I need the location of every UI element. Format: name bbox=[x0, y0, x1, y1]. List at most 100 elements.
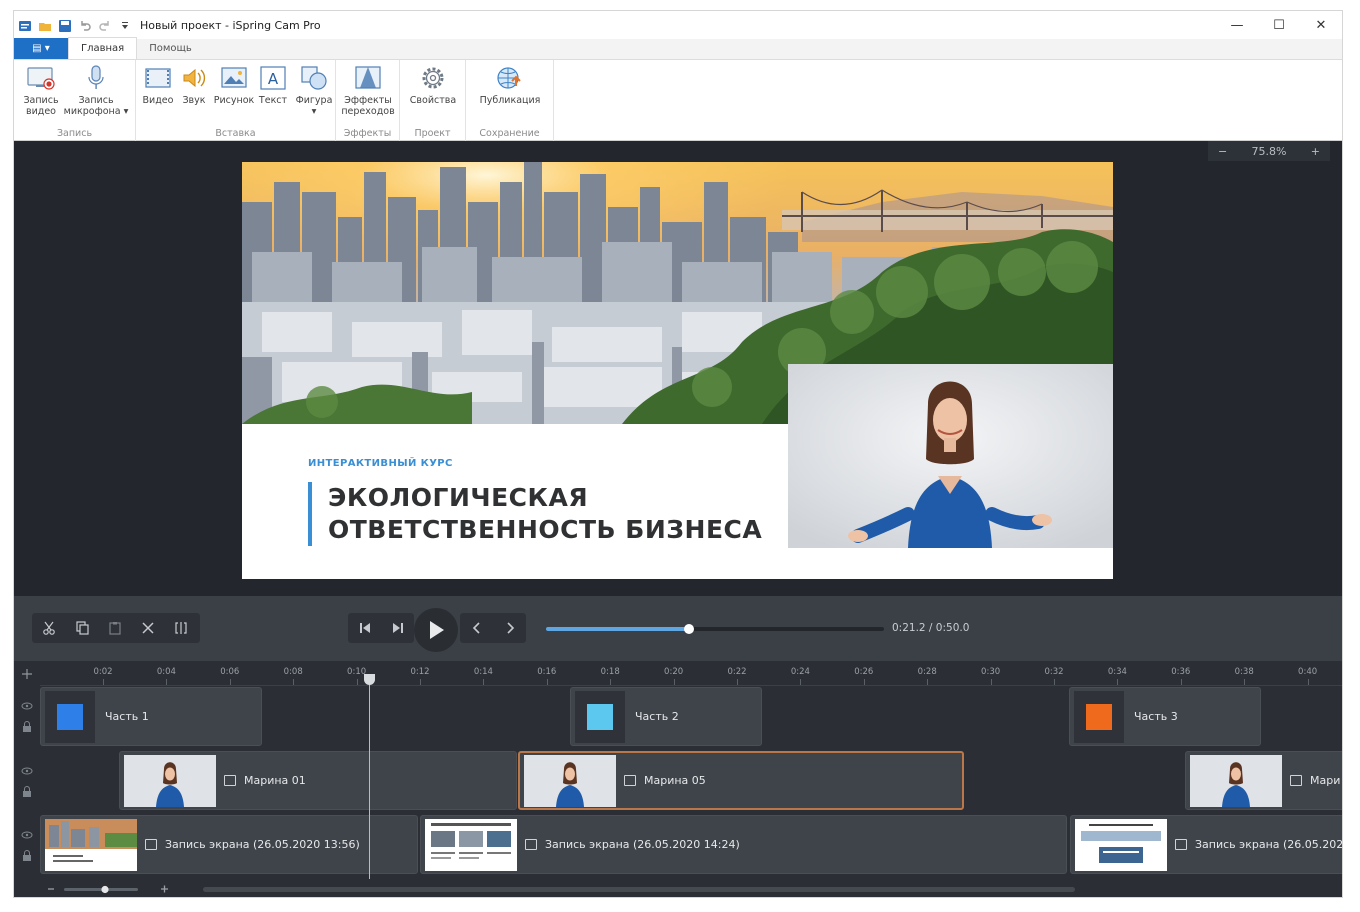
copy-icon[interactable] bbox=[65, 613, 98, 643]
screen-clip[interactable]: Запись экрана (26.05.2020 bbox=[1070, 815, 1342, 874]
record-video-icon bbox=[26, 64, 56, 92]
film-icon bbox=[1175, 839, 1187, 850]
properties-button[interactable]: Свойства bbox=[406, 64, 460, 106]
minimize-button[interactable]: — bbox=[1216, 11, 1258, 39]
presenter-figure bbox=[788, 364, 1113, 548]
slide-preview[interactable]: ИНТЕРАКТИВНЫЙ КУРС ЭКОЛОГИЧЕСКАЯ ОТВЕТСТ… bbox=[242, 162, 1113, 579]
timeline-ruler[interactable]: 0:02 0:04 0:06 0:08 0:10 0:12 0:14 0:16 0:18 0:20… bbox=[40, 661, 1342, 686]
ribbon-group-effects: Эффекты переходов Эффекты bbox=[336, 60, 400, 141]
redo-icon[interactable] bbox=[98, 18, 112, 32]
next-frame-icon[interactable] bbox=[493, 613, 526, 643]
window-title: Новый проект - iSpring Cam Pro bbox=[140, 18, 321, 32]
timeline-zoom-slider[interactable] bbox=[64, 888, 138, 891]
ruler-tick-label: 0:40 bbox=[1298, 667, 1318, 677]
skip-to-start-icon[interactable] bbox=[348, 613, 381, 643]
group-label-effects: Эффекты bbox=[343, 128, 392, 139]
visibility-icon[interactable] bbox=[21, 702, 33, 710]
text-icon: A bbox=[258, 64, 288, 92]
publish-button[interactable]: Публикация bbox=[474, 64, 546, 106]
ruler-tick-label: 0:36 bbox=[1171, 667, 1191, 677]
camera-clip-thumbnail bbox=[1190, 754, 1282, 807]
play-icon bbox=[430, 621, 444, 639]
section-clip[interactable]: Часть 2 bbox=[570, 687, 762, 746]
lock-icon[interactable] bbox=[23, 850, 31, 862]
zoom-out-button[interactable]: − bbox=[1218, 145, 1227, 158]
screen-clip[interactable]: Запись экрана (26.05.2020 14:24) bbox=[420, 815, 1067, 874]
save-icon[interactable] bbox=[58, 18, 72, 32]
split-icon[interactable] bbox=[164, 613, 197, 643]
seek-bar[interactable] bbox=[546, 624, 884, 634]
play-button[interactable] bbox=[414, 608, 458, 652]
ruler-tick-label: 0:34 bbox=[1107, 667, 1127, 677]
section-color-swatch bbox=[587, 703, 613, 730]
visibility-icon[interactable] bbox=[21, 831, 33, 839]
section-clip[interactable]: Часть 3 bbox=[1069, 687, 1261, 746]
paste-icon[interactable] bbox=[98, 613, 131, 643]
tab-home[interactable]: Главная bbox=[68, 37, 138, 59]
screen-clip[interactable]: Запись экрана (26.05.2020 13:56) bbox=[40, 815, 418, 874]
ruler-tick-label: 0:22 bbox=[727, 667, 747, 677]
ruler-tick-label: 0:30 bbox=[981, 667, 1001, 677]
seek-bar-handle[interactable] bbox=[684, 624, 695, 634]
close-button[interactable]: ✕ bbox=[1300, 11, 1342, 39]
insert-text-label: Текст bbox=[258, 95, 288, 106]
ruler-tick-mark bbox=[229, 679, 231, 685]
timeline-horizontal-scrollbar[interactable] bbox=[203, 887, 1075, 892]
camera-clip-thumbnail bbox=[124, 754, 216, 807]
section-clip[interactable]: Часть 1 bbox=[40, 687, 262, 746]
undo-icon[interactable] bbox=[78, 18, 92, 32]
insert-video-label: Видео bbox=[142, 95, 174, 106]
transition-effects-button[interactable]: Эффекты переходов bbox=[341, 64, 395, 117]
ruler-tick-label: 0:04 bbox=[156, 667, 176, 677]
publish-icon bbox=[495, 64, 525, 92]
tab-help[interactable]: Помощь bbox=[137, 38, 204, 59]
section-color-swatch bbox=[57, 703, 83, 730]
customize-toolbar-icon[interactable] bbox=[118, 18, 132, 32]
lock-icon[interactable] bbox=[23, 786, 31, 798]
insert-sound-label: Звук bbox=[182, 95, 206, 106]
insert-shape-label: Фигура ▾ bbox=[295, 95, 333, 117]
maximize-button[interactable]: ☐ bbox=[1258, 11, 1300, 39]
record-microphone-button[interactable]: Запись микрофона ▾ bbox=[64, 64, 128, 117]
file-menu-button[interactable]: ▤ ▾ bbox=[14, 38, 68, 59]
cut-icon[interactable] bbox=[32, 613, 65, 643]
zoom-control: − 75.8% + bbox=[1208, 141, 1330, 161]
previous-frame-icon[interactable] bbox=[460, 613, 493, 643]
app-logo-icon[interactable] bbox=[18, 18, 32, 32]
film-icon bbox=[624, 775, 636, 786]
insert-video-button[interactable]: Видео bbox=[141, 64, 175, 106]
delete-icon[interactable] bbox=[131, 613, 164, 643]
ribbon-group-save: Публикация Сохранение bbox=[466, 60, 554, 141]
presenter-video[interactable] bbox=[788, 364, 1113, 548]
record-video-button[interactable]: Запись видео bbox=[20, 64, 62, 117]
camera-track: Марина 01 Марина 05 Мари bbox=[40, 751, 1342, 814]
timeline-zoom-handle[interactable] bbox=[101, 885, 109, 894]
ruler-tick-label: 0:12 bbox=[410, 667, 430, 677]
add-track-icon[interactable] bbox=[22, 669, 32, 679]
insert-text-button[interactable]: A Текст bbox=[256, 64, 290, 106]
ruler-tick-mark bbox=[1244, 679, 1246, 685]
ruler-tick-mark bbox=[483, 679, 485, 685]
screen-clip-label: Запись экрана (26.05.2020 13:56) bbox=[165, 838, 360, 851]
section-color-box bbox=[1074, 690, 1124, 743]
zoom-in-button[interactable]: + bbox=[1311, 145, 1320, 158]
ribbon-tabs: ▤ ▾ Главная Помощь bbox=[14, 37, 1342, 60]
camera-clip[interactable]: Марина 01 bbox=[119, 751, 517, 810]
timeline-zoom-in-icon[interactable] bbox=[161, 885, 168, 893]
edit-tools bbox=[32, 613, 200, 643]
gear-icon bbox=[418, 64, 448, 92]
open-folder-icon[interactable] bbox=[38, 18, 52, 32]
insert-picture-button[interactable]: Рисунок bbox=[214, 64, 254, 106]
insert-sound-button[interactable]: Звук bbox=[178, 64, 210, 106]
lock-icon[interactable] bbox=[23, 721, 31, 733]
camera-clip-selected[interactable]: Марина 05 bbox=[518, 751, 964, 810]
app-window: Новый проект - iSpring Cam Pro — ☐ ✕ ▤ ▾… bbox=[13, 10, 1343, 898]
camera-clip[interactable]: Мари bbox=[1185, 751, 1342, 810]
ruler-tick-mark bbox=[1307, 679, 1309, 685]
playhead-handle[interactable] bbox=[364, 674, 375, 685]
visibility-icon[interactable] bbox=[21, 767, 33, 775]
ruler-tick-mark bbox=[356, 679, 358, 685]
insert-shape-button[interactable]: Фигура ▾ bbox=[294, 64, 334, 117]
group-label-project: Проект bbox=[414, 128, 451, 139]
skip-to-end-icon[interactable] bbox=[381, 613, 414, 643]
